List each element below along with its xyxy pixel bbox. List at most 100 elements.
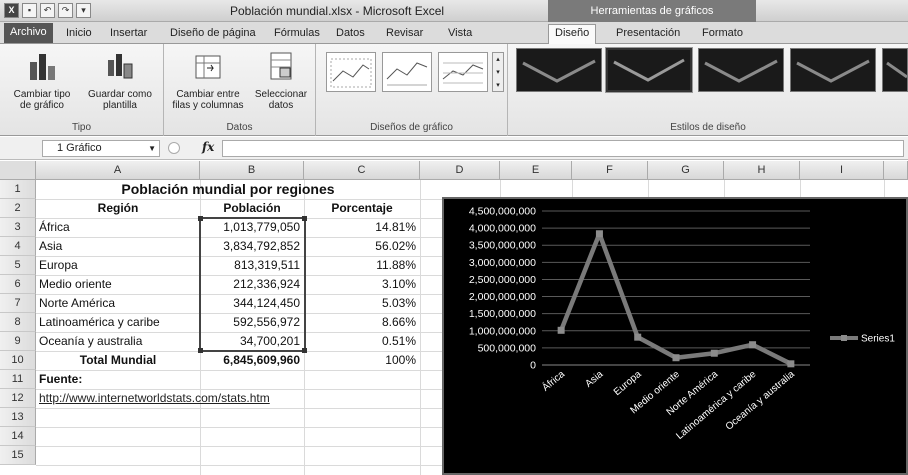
data-point [749, 341, 757, 349]
column-header-f[interactable]: F [572, 161, 648, 180]
row-header-10[interactable]: 10 [0, 351, 36, 370]
cell-porcentaje[interactable]: 5.03% [304, 294, 420, 313]
header-poblacion[interactable]: Población [200, 199, 304, 218]
row-header-1[interactable]: 1 [0, 180, 36, 199]
cell-porcentaje[interactable]: 11.88% [304, 256, 420, 275]
tab-diseno-pagina[interactable]: Diseño de página [164, 25, 262, 44]
cell-poblacion[interactable]: 592,556,972 [200, 313, 304, 332]
column-chart-icon [30, 54, 55, 80]
tab-inicio[interactable]: Inicio [60, 25, 98, 44]
total-poblacion[interactable]: 6,845,609,960 [200, 351, 304, 370]
cell-poblacion[interactable]: 1,013,779,050 [200, 218, 304, 237]
chevron-down-icon[interactable]: ▼ [148, 141, 156, 156]
total-porcentaje[interactable]: 100% [304, 351, 420, 370]
change-chart-type-button[interactable]: Cambiar tipo de gráfico [8, 50, 76, 111]
select-data-button[interactable]: Seleccionar datos [250, 50, 312, 111]
chart-style-5[interactable] [882, 48, 908, 92]
chart-style-4[interactable] [790, 48, 876, 92]
tab-formato[interactable]: Formato [696, 25, 749, 44]
redo-icon[interactable]: ↷ [58, 3, 73, 18]
name-box[interactable]: 1 Gráfico ▼ [42, 140, 160, 157]
formula-input[interactable] [222, 140, 904, 157]
chart-style-1[interactable] [516, 48, 602, 92]
column-header-h[interactable]: H [724, 161, 800, 180]
column-header-b[interactable]: B [200, 161, 304, 180]
row-header-15[interactable]: 15 [0, 446, 36, 465]
save-as-template-label-1: Guardar como [88, 89, 152, 100]
cell-poblacion[interactable]: 813,319,511 [200, 256, 304, 275]
row-header-7[interactable]: 7 [0, 294, 36, 313]
cell-region[interactable]: África [36, 218, 200, 237]
tab-presentacion[interactable]: Presentación [610, 25, 686, 44]
undo-icon[interactable]: ↶ [40, 3, 55, 18]
cell-porcentaje[interactable]: 0.51% [304, 332, 420, 351]
excel-icon[interactable]: X [4, 3, 19, 18]
select-all-corner[interactable] [0, 161, 36, 180]
sheet-title[interactable]: Población mundial por regiones [36, 180, 420, 199]
column-header-i[interactable]: I [800, 161, 884, 180]
cell-poblacion[interactable]: 344,124,450 [200, 294, 304, 313]
row-header-9[interactable]: 9 [0, 332, 36, 351]
save-icon[interactable]: ▪ [22, 3, 37, 18]
legend-label: Series1 [861, 334, 895, 345]
tab-formulas[interactable]: Fórmulas [268, 25, 326, 44]
style-3-icon [704, 59, 778, 83]
cell-porcentaje[interactable]: 56.02% [304, 237, 420, 256]
row-header-14[interactable]: 14 [0, 427, 36, 446]
tab-vista[interactable]: Vista [442, 25, 478, 44]
tab-archivo[interactable]: Archivo [4, 23, 53, 43]
cell-porcentaje[interactable]: 14.81% [304, 218, 420, 237]
tab-revisar[interactable]: Revisar [380, 25, 429, 44]
switch-row-column-icon [195, 55, 221, 79]
cell-porcentaje[interactable]: 8.66% [304, 313, 420, 332]
tab-diseno[interactable]: Diseño [548, 24, 597, 45]
tab-insertar[interactable]: Insertar [104, 25, 153, 44]
row-header-13[interactable]: 13 [0, 408, 36, 427]
y-tick-label: 1,000,000,000 [469, 325, 536, 337]
cell-region[interactable]: Medio oriente [36, 275, 200, 294]
header-region[interactable]: Región [36, 199, 200, 218]
row-header-11[interactable]: 11 [0, 370, 36, 389]
column-header-j[interactable] [884, 161, 908, 180]
save-as-template-button[interactable]: Guardar como plantilla [82, 50, 158, 111]
chart-style-2[interactable] [605, 47, 693, 93]
column-header-g[interactable]: G [648, 161, 724, 180]
tab-datos[interactable]: Datos [330, 25, 371, 44]
row-header-3[interactable]: 3 [0, 218, 36, 237]
group-disenos-label: Diseños de gráfico [370, 122, 453, 133]
cell-poblacion[interactable]: 212,336,924 [200, 275, 304, 294]
row-header-4[interactable]: 4 [0, 237, 36, 256]
fuente-link[interactable]: http://www.internetworldstats.com/stats.… [36, 389, 336, 408]
cell-region[interactable]: Europa [36, 256, 200, 275]
cell-porcentaje[interactable]: 3.10% [304, 275, 420, 294]
group-estilos-label: Estilos de diseño [670, 122, 746, 133]
column-header-a[interactable]: A [36, 161, 200, 180]
column-header-c[interactable]: C [304, 161, 420, 180]
cell-poblacion[interactable]: 3,834,792,852 [200, 237, 304, 256]
cell-region[interactable]: Asia [36, 237, 200, 256]
total-label[interactable]: Total Mundial [36, 351, 200, 370]
chart-layout-1[interactable] [326, 52, 376, 92]
column-header-d[interactable]: D [420, 161, 500, 180]
chart-layout-3[interactable] [438, 52, 488, 92]
row-header-5[interactable]: 5 [0, 256, 36, 275]
customize-icon[interactable]: ▾ [76, 3, 91, 18]
row-header-12[interactable]: 12 [0, 389, 36, 408]
row-header-6[interactable]: 6 [0, 275, 36, 294]
row-header-8[interactable]: 8 [0, 313, 36, 332]
header-porcentaje[interactable]: Porcentaje [304, 199, 420, 218]
select-data-icon [270, 52, 292, 80]
insert-function-icon[interactable]: fx [202, 140, 214, 154]
layouts-scroll[interactable]: ▴ ▾ ▾ [492, 52, 504, 92]
fuente-label[interactable]: Fuente: [36, 370, 200, 389]
embedded-chart[interactable]: 0 500,000,000 1,000,000,000 1,500,000,000 2,… [442, 197, 908, 475]
switch-row-column-button[interactable]: Cambiar entre filas y columnas [170, 50, 246, 111]
chart-style-3[interactable] [698, 48, 784, 92]
column-header-e[interactable]: E [500, 161, 572, 180]
cell-region[interactable]: Norte América [36, 294, 200, 313]
cell-region[interactable]: Latinoamérica y caribe [36, 313, 200, 332]
chart-layout-2[interactable] [382, 52, 432, 92]
row-header-2[interactable]: 2 [0, 199, 36, 218]
cell-poblacion[interactable]: 34,700,201 [200, 332, 304, 351]
cell-region[interactable]: Oceanía y australia [36, 332, 200, 351]
